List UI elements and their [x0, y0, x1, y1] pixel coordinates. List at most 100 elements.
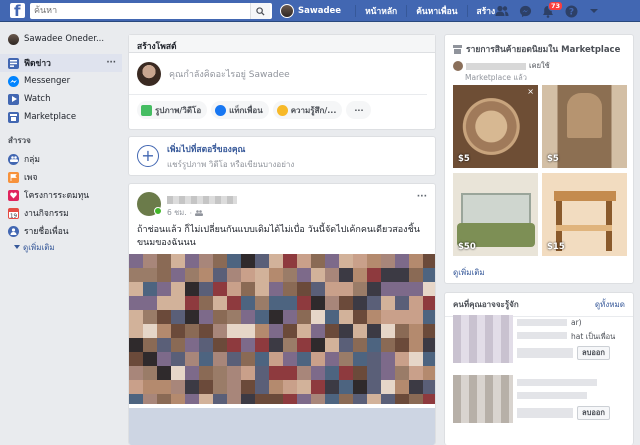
marketplace-see-more[interactable]: ดูเพิ่มเติม: [453, 266, 485, 279]
composer-input-area[interactable]: คุณกำลังคิดอะไรอยู่ Sawadee: [129, 53, 427, 95]
pixelated-photo-cell: [157, 324, 171, 338]
blurred-profile-photo[interactable]: [453, 375, 513, 423]
pixelated-photo-cell: [185, 310, 199, 324]
pixelated-photo-cell: [213, 394, 227, 404]
pixelated-photo-cell: [395, 352, 409, 366]
marketplace-item[interactable]: $5: [542, 85, 627, 168]
add-to-story-card[interactable]: + เพิ่มไปที่สตอรี่ของคุณ แชร์รูปภาพ วิดี…: [128, 136, 436, 176]
pixelated-photo-cell: [143, 366, 157, 380]
post-header: 6 ชม. · ···: [129, 184, 435, 220]
pixelated-photo-cell: [297, 268, 311, 282]
pixelated-photo-cell: [185, 282, 199, 296]
messages-button[interactable]: [517, 3, 533, 19]
pixelated-photo-cell: [423, 366, 435, 380]
marketplace-item[interactable]: × $5: [453, 85, 538, 168]
post-options-button[interactable]: ···: [417, 192, 427, 202]
marketplace-item[interactable]: $15: [542, 173, 627, 256]
avatar[interactable]: [137, 192, 162, 216]
friends-audience-icon[interactable]: [194, 210, 203, 216]
pixelated-photo-cell: [353, 394, 367, 404]
pixelated-photo-cell: [311, 394, 325, 404]
close-icon[interactable]: ×: [527, 87, 534, 96]
pixelated-photo-cell: [269, 352, 283, 366]
pixelated-photo-cell: [171, 282, 185, 296]
pixelated-photo-cell: [423, 338, 435, 352]
pixelated-photo-cell: [213, 366, 227, 380]
photo-video-label: รูปภาพ/วิดีโอ: [155, 105, 202, 115]
pixelated-photo-cell: [297, 282, 311, 296]
search-input[interactable]: [30, 4, 250, 18]
blurred-name[interactable]: [517, 379, 597, 386]
remove-button[interactable]: ลบออก: [577, 406, 610, 420]
search-button[interactable]: [250, 3, 270, 19]
pixelated-photo-cell: [185, 338, 199, 352]
pixelated-photo-cell: [409, 394, 423, 404]
sidebar-item-marketplace[interactable]: Marketplace: [0, 108, 122, 126]
blurred-profile-photo[interactable]: [453, 315, 513, 363]
pixelated-photo-cell: [381, 310, 395, 324]
pixelated-photo-cell: [283, 380, 297, 394]
nav-find-friends[interactable]: ค้นหาเพื่อน: [413, 4, 460, 18]
quick-help-button[interactable]: ?: [563, 3, 579, 19]
pixelated-photo-cell: [367, 296, 381, 310]
pixelated-photo-cell: [129, 254, 143, 268]
more-options-icon[interactable]: ···: [106, 58, 116, 68]
post-time[interactable]: 6 ชม.: [167, 207, 187, 219]
pixelated-photo-cell: [367, 352, 381, 366]
sidebar-item-events[interactable]: 19 งานกิจกรรม: [0, 204, 122, 222]
pixelated-photo-cell: [395, 282, 409, 296]
facebook-logo[interactable]: f: [10, 2, 25, 20]
pixelated-photo-cell: [423, 282, 435, 296]
post-photo[interactable]: [129, 254, 435, 404]
pixelated-photo-cell: [143, 254, 157, 268]
sidebar-item-messenger[interactable]: Messenger: [0, 72, 122, 90]
sidebar-item-friend-lists[interactable]: รายชื่อเพื่อน: [0, 222, 122, 240]
pixelated-photo-cell: [199, 310, 213, 324]
marketplace-item[interactable]: $50: [453, 173, 538, 256]
people-you-may-know-card: คนที่คุณอาจจะรู้จัก ดูทั้งหมด ar) hat เป…: [444, 292, 634, 445]
pixelated-photo-cell: [339, 268, 353, 282]
pixelated-photo-cell: [255, 394, 269, 404]
sidebar-item-news-feed[interactable]: ฟีดข่าว ···: [0, 54, 122, 72]
nav-home[interactable]: หน้าหลัก: [362, 4, 400, 18]
photo-video-button[interactable]: รูปภาพ/วิดีโอ: [137, 101, 208, 119]
post-photo-secondary[interactable]: [129, 408, 435, 445]
pixelated-photo-cell: [325, 380, 339, 394]
account-menu-button[interactable]: [586, 3, 602, 19]
pages-icon: [8, 171, 19, 183]
pixelated-photo-cell: [227, 324, 241, 338]
marketplace-icon: [8, 111, 19, 123]
post-author-name[interactable]: [167, 196, 237, 204]
sidebar-item-watch[interactable]: Watch: [0, 90, 122, 108]
pixelated-photo-cell: [255, 282, 269, 296]
composer-actions: รูปภาพ/วิดีโอ แท็กเพื่อน ความรู้สึก/... …: [129, 95, 435, 125]
pixelated-photo-cell: [143, 324, 157, 338]
pixelated-photo-cell: [325, 366, 339, 380]
remove-button[interactable]: ลบออก: [577, 346, 610, 360]
friend-requests-button[interactable]: [494, 3, 510, 19]
avatar: [137, 61, 161, 86]
sidebar-profile[interactable]: Sawadee Oneder...: [0, 30, 122, 48]
pixelated-photo-cell: [227, 282, 241, 296]
pixelated-photo-cell: [325, 268, 339, 282]
pymk-see-all[interactable]: ดูทั้งหมด: [595, 298, 625, 311]
facebook-logo-glyph: f: [14, 2, 21, 20]
pixelated-photo-cell: [395, 310, 409, 324]
notifications-button[interactable]: 73: [540, 1, 564, 19]
marketplace-title[interactable]: รายการสินค้ายอดนิยมใน Marketplace: [466, 42, 620, 56]
sidebar-item-groups[interactable]: กลุ่ม: [0, 150, 122, 168]
feeling-button[interactable]: ความรู้สึก/...: [272, 101, 343, 119]
sidebar-item-pages[interactable]: เพจ: [0, 168, 122, 186]
pixelated-photo-cell: [353, 324, 367, 338]
pixelated-photo-cell: [241, 352, 255, 366]
marketplace-grid: × $5 $5 $50 $15: [453, 85, 627, 257]
sidebar-item-fundraisers[interactable]: โครงการระดมทุน: [0, 186, 122, 204]
sidebar-profile-name: Sawadee Oneder...: [24, 34, 105, 44]
sidebar-see-more[interactable]: ดูเพิ่มเติม: [0, 240, 122, 254]
blurred-name[interactable]: [517, 319, 567, 326]
profile-link[interactable]: Sawadee: [280, 4, 349, 18]
tag-friends-button[interactable]: แท็กเพื่อน: [211, 101, 269, 119]
pixelated-photo-cell: [227, 352, 241, 366]
composer-more-button[interactable]: ···: [346, 101, 372, 119]
messenger-icon: [8, 75, 19, 87]
